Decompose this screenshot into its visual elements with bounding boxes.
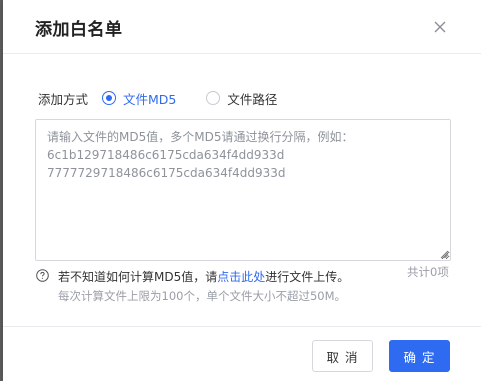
upload-link[interactable]: 点击此处 bbox=[217, 270, 265, 284]
hint-text-after: 进行文件上传。 bbox=[265, 270, 350, 284]
resize-handle-icon[interactable] bbox=[439, 249, 449, 259]
confirm-button[interactable]: 确 定 bbox=[389, 340, 450, 372]
hint-block: 若不知道如何计算MD5值，请点击此处进行文件上传。 每次计算文件上限为100个，… bbox=[36, 268, 349, 306]
dialog-header: 添加白名单 bbox=[3, 0, 481, 54]
item-count: 共计0项 bbox=[407, 265, 449, 279]
hint-line: 若不知道如何计算MD5值，请点击此处进行文件上传。 bbox=[58, 268, 349, 287]
close-icon[interactable] bbox=[431, 18, 449, 36]
md5-textarea-wrapper bbox=[35, 119, 451, 261]
radio-unchecked-icon bbox=[206, 91, 221, 105]
radio-file-md5[interactable]: 文件MD5 bbox=[102, 89, 176, 108]
hint-text-before: 若不知道如何计算MD5值，请 bbox=[58, 270, 218, 284]
md5-textarea[interactable] bbox=[36, 120, 450, 260]
radio-file-md5-label: 文件MD5 bbox=[123, 91, 177, 107]
question-circle-icon bbox=[36, 269, 49, 282]
add-mode-label: 添加方式 bbox=[38, 91, 89, 107]
radio-file-path-label: 文件路径 bbox=[227, 91, 278, 107]
radio-checked-icon bbox=[102, 91, 117, 105]
dialog-title: 添加白名单 bbox=[35, 20, 123, 40]
hint-limit-text: 每次计算文件上限为100个，单个文件大小不超过50M。 bbox=[58, 289, 347, 303]
dialog-footer: 取 消 确 定 bbox=[3, 326, 481, 381]
radio-file-path[interactable]: 文件路径 bbox=[206, 89, 277, 108]
cancel-button[interactable]: 取 消 bbox=[312, 340, 373, 372]
add-whitelist-dialog: 添加白名单 添加方式 文件MD5 文件路径 共计0项 若不知道 bbox=[3, 0, 481, 381]
add-mode-row: 添加方式 文件MD5 文件路径 bbox=[38, 88, 307, 108]
